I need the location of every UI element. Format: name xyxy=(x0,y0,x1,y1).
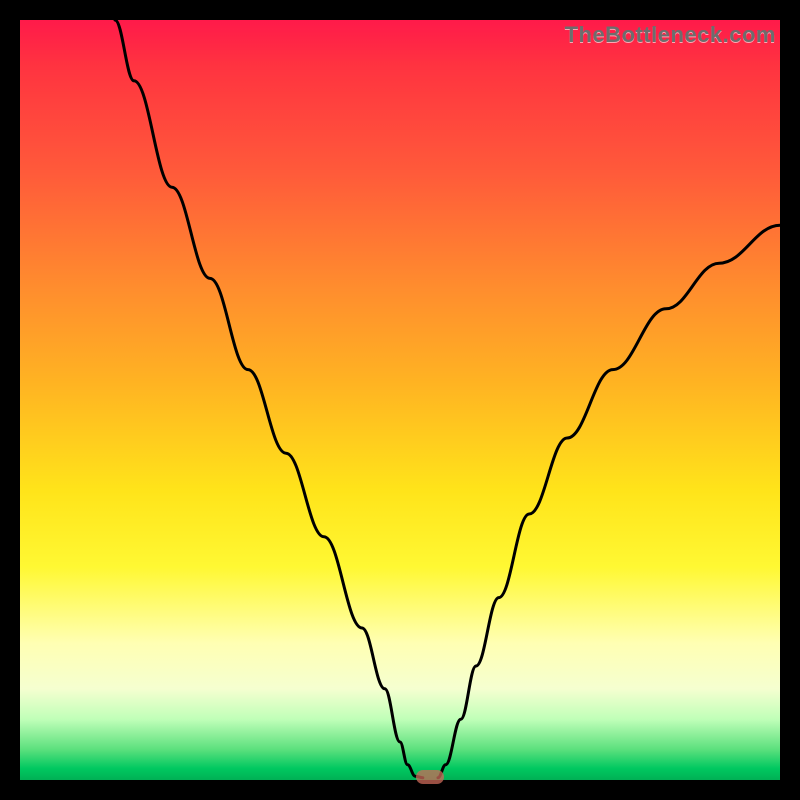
figure-frame: TheBottleneck.com xyxy=(0,0,800,800)
curve-minimum-marker xyxy=(416,770,444,784)
curve-left xyxy=(115,20,423,778)
chart-curve xyxy=(20,20,780,780)
curve-right xyxy=(438,225,780,778)
plot-area: TheBottleneck.com xyxy=(20,20,780,780)
